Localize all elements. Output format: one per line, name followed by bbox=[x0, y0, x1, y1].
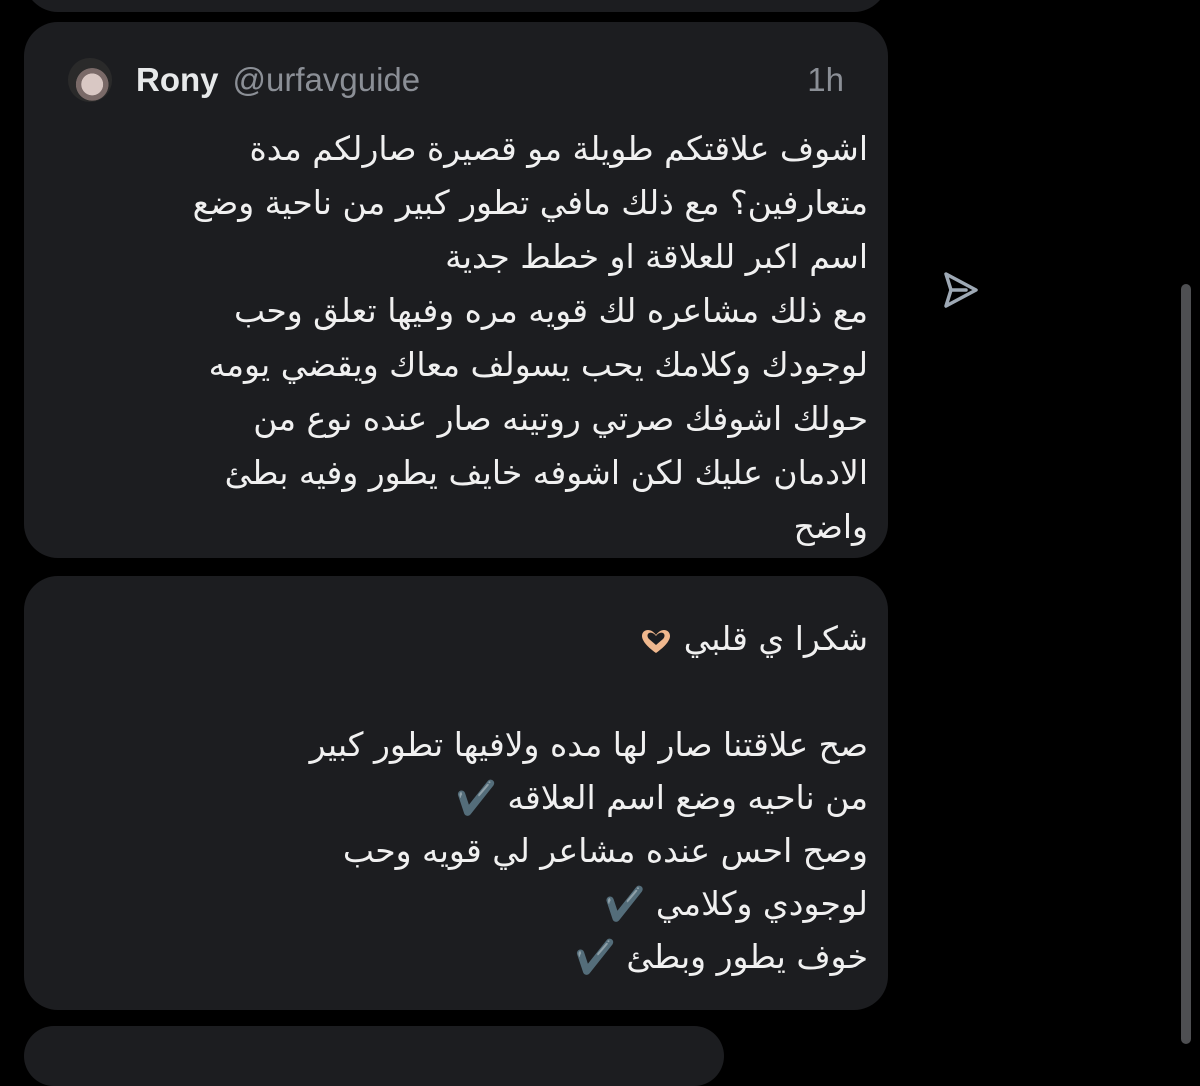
reply-message-text: شكرا ي قلبي صح علاقتنا صار لها مده ولافي… bbox=[68, 612, 868, 983]
reply-text-line: من ناحيه وضع اسم العلاقه ✔️ bbox=[455, 778, 868, 817]
quoted-tweet-text: اشوف علاقتكم طويلة مو قصيرة صارلكم مدة م… bbox=[68, 122, 868, 554]
previous-message-bubble bbox=[24, 0, 888, 12]
tweet-timestamp: 1h bbox=[807, 61, 844, 98]
avatar[interactable] bbox=[68, 58, 112, 102]
reply-text-line: صح علاقتنا صار لها مده ولافيها تطور كبير bbox=[309, 725, 868, 764]
quoted-text-line: مع ذلك مشاعره لك قويه مره وفيها تعلق وحب bbox=[233, 291, 868, 330]
reply-text-line: لوجودي وكلامي ✔️ bbox=[604, 884, 868, 923]
quoted-text-line: لوجودك وكلامك يحب يسولف معاك ويقضي يومه bbox=[208, 345, 868, 384]
next-message-bubble bbox=[24, 1026, 724, 1086]
reply-text-line bbox=[68, 665, 868, 718]
reply-text-line: شكرا ي قلبي bbox=[683, 619, 868, 658]
heart-hands-icon bbox=[642, 629, 671, 653]
quoted-text-line: متعارفين؟ مع ذلك مافي تطور كبير من ناحية… bbox=[192, 183, 868, 222]
quoted-text-line: حولك اشوفك صرتي روتينه صار عنده نوع من bbox=[253, 399, 868, 438]
scrollbar[interactable] bbox=[1181, 284, 1191, 1044]
quoted-tweet-card[interactable]: Rony @urfavguide 1h اشوف علاقتكم طويلة م… bbox=[24, 22, 888, 558]
author-handle[interactable]: @urfavguide bbox=[233, 61, 421, 99]
quoted-text-line: واضح bbox=[793, 507, 868, 546]
reply-message-bubble[interactable]: شكرا ي قلبي صح علاقتنا صار لها مده ولافي… bbox=[24, 576, 888, 1010]
author-name[interactable]: Rony bbox=[136, 61, 219, 99]
reply-text-line: وصح احس عنده مشاعر لي قويه وحب bbox=[342, 831, 868, 870]
quoted-text-line: اسم اكبر للعلاقة او خطط جدية bbox=[445, 237, 868, 276]
quoted-text-line: اشوف علاقتكم طويلة مو قصيرة صارلكم مدة bbox=[249, 129, 868, 168]
quoted-text-line: الادمان عليك لكن اشوفه خايف يطور وفيه بط… bbox=[224, 453, 868, 492]
reply-text-line: خوف يطور وبطئ ✔️ bbox=[574, 937, 868, 976]
share-arrow-icon[interactable] bbox=[938, 268, 982, 312]
reply-greeting-line: شكرا ي قلبي bbox=[68, 612, 868, 665]
tweet-header: Rony @urfavguide 1h bbox=[68, 52, 844, 108]
